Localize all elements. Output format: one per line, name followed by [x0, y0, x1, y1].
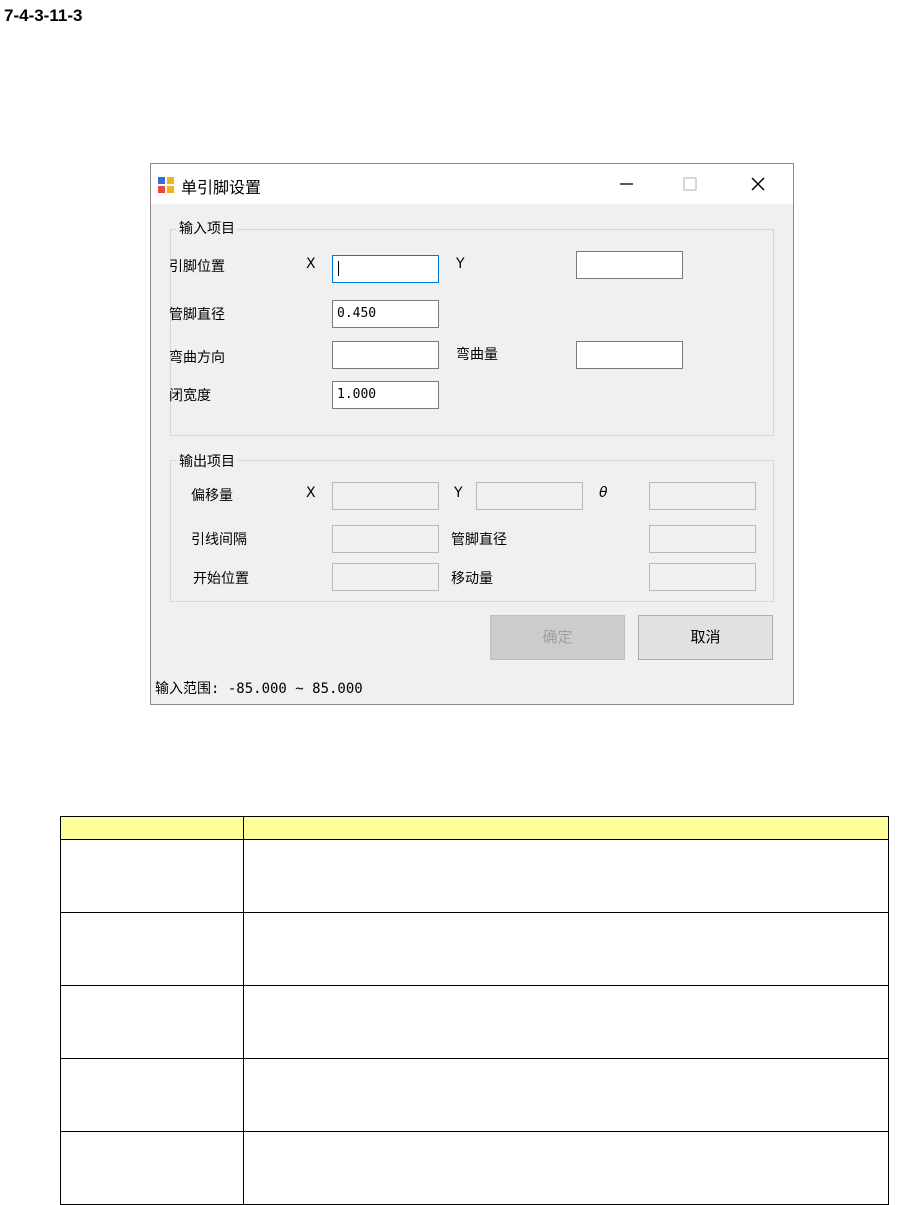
- bend-direction-input[interactable]: [332, 341, 439, 369]
- table-cell: [60, 912, 244, 986]
- close-icon: [751, 177, 765, 191]
- move-amount-output: [649, 563, 756, 591]
- input-y-label: Y: [456, 256, 465, 272]
- document-table: [60, 816, 889, 1205]
- move-amount-label: 移动量: [451, 571, 493, 587]
- input-group-legend: 输入项目: [177, 218, 237, 238]
- close-width-input[interactable]: 1.000: [332, 381, 439, 409]
- table-cell: [243, 912, 889, 986]
- lead-spacing-output: [332, 525, 439, 553]
- pin-position-x-input[interactable]: [332, 255, 439, 283]
- document-heading: 7-4-3-11-3: [4, 6, 83, 25]
- table-row: [60, 1058, 889, 1132]
- start-position-label: 开始位置: [193, 571, 249, 587]
- pin-position-label: 引脚位置: [169, 259, 225, 275]
- table-row: [60, 912, 889, 986]
- ok-button[interactable]: 确定: [490, 615, 625, 660]
- pin-diameter-label: 管脚直径: [169, 307, 225, 323]
- pin-settings-dialog: 单引脚设置 输入项目 引脚位置 X Y 管脚直径 0.450 弯曲方向 弯曲量 …: [150, 163, 794, 705]
- input-group-box: [170, 229, 774, 436]
- output-pin-diameter-output: [649, 525, 756, 553]
- table-header-cell: [243, 816, 889, 840]
- app-icon: [158, 177, 174, 193]
- table-cell: [60, 985, 244, 1059]
- pin-position-y-input[interactable]: [576, 251, 683, 279]
- offset-y-output: [476, 482, 583, 510]
- table-row: [60, 985, 889, 1059]
- output-x-label: X: [306, 485, 316, 501]
- close-width-label: 闭宽度: [169, 388, 211, 404]
- bend-direction-label: 弯曲方向: [169, 350, 225, 366]
- lead-spacing-label: 引线间隔: [191, 532, 247, 548]
- output-group-legend: 输出项目: [177, 451, 237, 471]
- table-row: [60, 839, 889, 913]
- theta-label: θ: [599, 485, 608, 501]
- table-header-row: [60, 816, 889, 840]
- table-cell: [243, 1131, 889, 1205]
- table-cell: [60, 1131, 244, 1205]
- start-position-output: [332, 563, 439, 591]
- bend-amount-input[interactable]: [576, 341, 683, 369]
- minimize-button[interactable]: [603, 168, 649, 200]
- input-x-label: X: [306, 256, 316, 272]
- table-cell: [243, 1058, 889, 1132]
- title-bar[interactable]: 单引脚设置: [151, 164, 793, 204]
- output-y-label: Y: [454, 485, 463, 501]
- input-range-status: 输入范围: -85.000 ~ 85.000: [155, 681, 363, 697]
- table-cell: [60, 839, 244, 913]
- table-header-cell: [60, 816, 244, 840]
- table-cell: [60, 1058, 244, 1132]
- text-caret: [338, 261, 339, 276]
- offset-theta-output: [649, 482, 756, 510]
- maximize-button[interactable]: [667, 168, 713, 200]
- offset-label: 偏移量: [191, 488, 233, 504]
- bend-amount-label: 弯曲量: [456, 347, 498, 363]
- offset-x-output: [332, 482, 439, 510]
- close-button[interactable]: [735, 168, 781, 200]
- table-row: [60, 1131, 889, 1205]
- table-cell: [243, 839, 889, 913]
- cancel-button[interactable]: 取消: [638, 615, 773, 660]
- maximize-icon: [683, 177, 697, 191]
- output-pin-diameter-label: 管脚直径: [451, 532, 507, 548]
- pin-diameter-input[interactable]: 0.450: [332, 300, 439, 328]
- minimize-icon: [620, 183, 633, 185]
- window-title: 单引脚设置: [181, 178, 262, 197]
- table-cell: [243, 985, 889, 1059]
